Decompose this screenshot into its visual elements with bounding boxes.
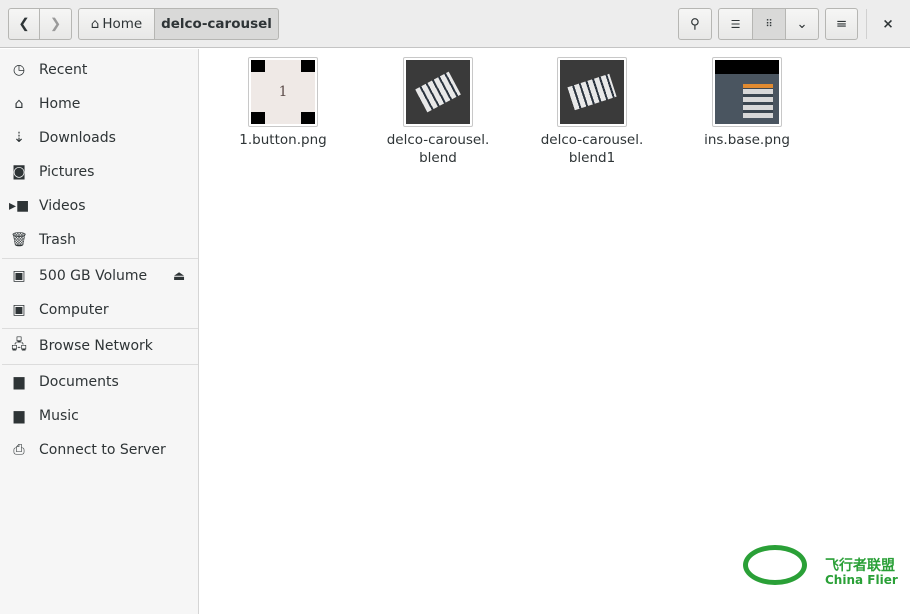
file-item[interactable]: delco-carousel. blend — [363, 57, 513, 167]
forward-button[interactable]: ❯ — [39, 8, 72, 40]
sidebar-item-music[interactable]: ▆ Music — [0, 399, 199, 433]
server-icon: ⎙ — [13, 442, 25, 458]
file-name: delco-carousel. blend1 — [540, 132, 644, 166]
sidebar-item-recent[interactable]: ◷ Recent — [0, 53, 199, 87]
close-icon: × — [882, 16, 894, 32]
list-icon: ☰ — [730, 17, 741, 31]
sidebar-item-connect-server[interactable]: ⎙ Connect to Server — [0, 433, 199, 467]
file-name: 1.button.png — [239, 132, 327, 148]
sidebar-item-pictures[interactable]: ◙ Pictures — [0, 155, 199, 189]
view-options-button[interactable]: ⌄ — [785, 8, 819, 40]
chevron-down-icon: ⌄ — [796, 16, 808, 32]
chevron-right-icon: ❯ — [49, 16, 62, 32]
close-button[interactable]: × — [872, 8, 904, 40]
file-name: ins.base.png — [704, 132, 790, 148]
sidebar-item-downloads[interactable]: ⇣ Downloads — [0, 121, 199, 155]
back-button[interactable]: ❮ — [8, 8, 40, 40]
watermark-logo: 飞行者联盟 China Flier — [743, 543, 908, 591]
chevron-left-icon: ❮ — [18, 16, 30, 32]
breadcrumb-home[interactable]: ⌂ Home — [78, 8, 155, 40]
home-icon: ⌂ — [14, 96, 24, 112]
sidebar-item-documents[interactable]: ▆ Documents — [0, 365, 199, 399]
folder-icon: ▆ — [13, 408, 25, 424]
home-icon: ⌂ — [90, 16, 100, 32]
file-thumbnail: 1 — [248, 57, 318, 127]
hamburger-icon: ≡ — [835, 16, 848, 32]
trash-icon: 🗑 — [10, 232, 28, 248]
search-button[interactable]: ⚲ — [678, 8, 712, 40]
divider — [866, 9, 867, 39]
menu-button[interactable]: ≡ — [825, 8, 858, 40]
file-name: delco-carousel. blend — [386, 132, 490, 166]
sidebar-item-videos[interactable]: ▸■ Videos — [0, 189, 199, 223]
eject-icon[interactable]: ⏏ — [173, 269, 185, 284]
breadcrumb-current[interactable]: delco-carousel — [154, 8, 279, 40]
drive-icon: ▣ — [12, 268, 26, 284]
download-icon: ⇣ — [13, 130, 25, 146]
video-icon: ▸■ — [9, 198, 30, 214]
network-icon: 🖧 — [11, 337, 27, 353]
clock-icon: ◷ — [12, 62, 26, 78]
drive-icon: ▣ — [12, 302, 26, 318]
grid-icon: ⠿ — [765, 18, 773, 30]
plane-logo-icon — [743, 545, 807, 585]
camera-icon: ◙ — [12, 164, 26, 180]
search-icon: ⚲ — [690, 16, 700, 32]
file-thumbnail — [557, 57, 627, 127]
grid-view-button[interactable]: ⠿ — [752, 8, 786, 40]
file-item[interactable]: 1 1.button.png — [208, 57, 358, 149]
sidebar-item-network[interactable]: 🖧 Browse Network — [0, 329, 199, 363]
file-thumbnail — [712, 57, 782, 127]
sidebar: ◷ Recent ⌂ Home ⇣ Downloads ◙ Pictures ▸■ Vid… — [0, 49, 199, 614]
folder-icon: ▆ — [13, 374, 25, 390]
file-item[interactable]: delco-carousel. blend1 — [517, 57, 667, 167]
sidebar-item-trash[interactable]: 🗑 Trash — [0, 223, 199, 257]
sidebar-item-volume[interactable]: ▣ 500 GB Volume ⏏ — [0, 259, 199, 293]
file-grid: 1 1.button.png delco-carousel. blend delc… — [200, 49, 910, 614]
sidebar-item-home[interactable]: ⌂ Home — [0, 87, 199, 121]
header-bar: ❮ ❯ ⌂ Home delco-carousel ⚲ ☰ ⠿ ⌄ ≡ × — [0, 0, 910, 48]
list-view-button[interactable]: ☰ — [718, 8, 753, 40]
file-item[interactable]: ins.base.png — [672, 57, 822, 149]
file-thumbnail — [403, 57, 473, 127]
sidebar-item-computer[interactable]: ▣ Computer — [0, 293, 199, 327]
